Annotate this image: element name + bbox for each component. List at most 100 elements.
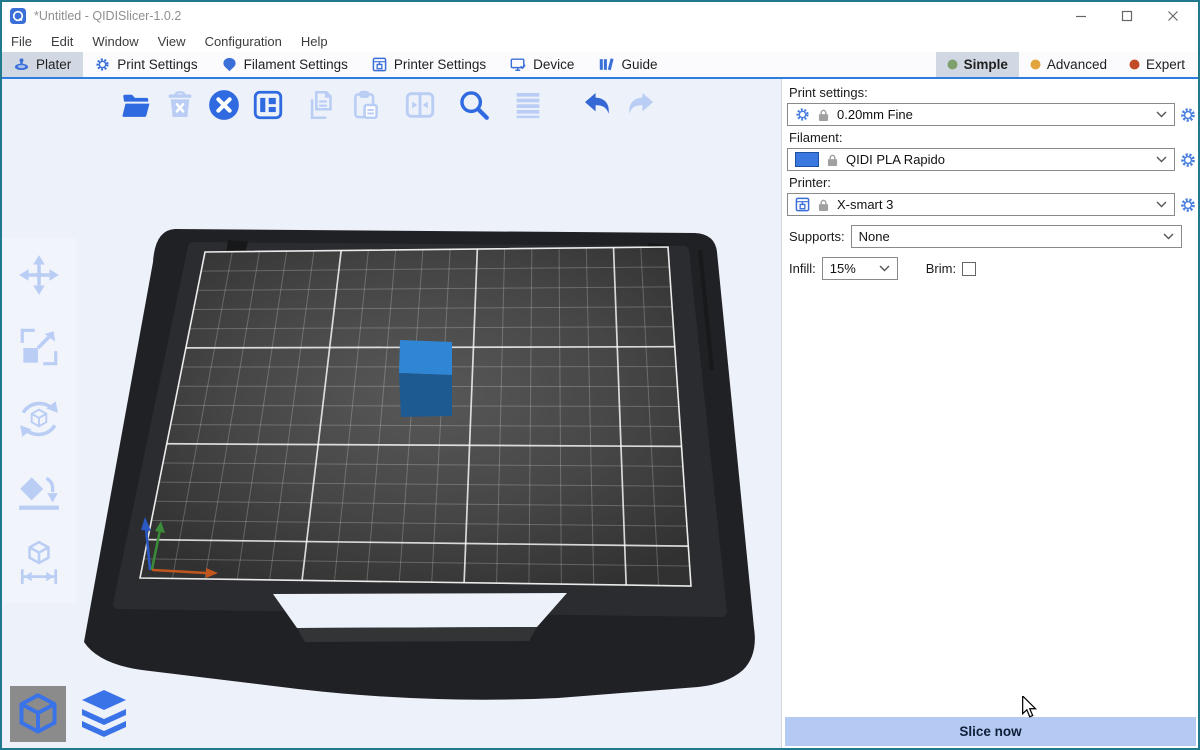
- move-tool-button[interactable]: [16, 252, 62, 303]
- gizmo-toolbar: [2, 238, 76, 603]
- chevron-down-icon: [1163, 233, 1174, 240]
- open-folder-icon: [119, 88, 153, 122]
- delete-button[interactable]: [162, 87, 198, 123]
- 3d-view-cube-icon: [16, 692, 60, 736]
- app-window: *Untitled - QIDISlicer-1.0.2 File Edit W…: [0, 0, 1200, 750]
- print-settings-combo[interactable]: 0.20mm Fine: [787, 103, 1175, 126]
- tab-label: Device: [533, 57, 574, 72]
- infill-combo[interactable]: 15%: [822, 257, 898, 280]
- tab-label: Filament Settings: [244, 57, 348, 72]
- tab-device[interactable]: Device: [498, 52, 586, 77]
- printer-combo[interactable]: X-smart 3: [787, 193, 1175, 216]
- slice-now-button[interactable]: Slice now: [785, 717, 1196, 746]
- move-icon: [16, 252, 62, 298]
- maximize-button[interactable]: [1112, 4, 1142, 28]
- 3d-view-button[interactable]: [10, 686, 66, 742]
- place-on-face-icon: [16, 468, 62, 514]
- rotate-icon: [16, 396, 62, 442]
- model-cube[interactable]: [399, 340, 452, 417]
- print-settings-label: Print settings:: [789, 85, 1196, 100]
- mode-expert[interactable]: Expert: [1118, 52, 1196, 77]
- guide-icon: [598, 57, 614, 72]
- tab-label: Guide: [621, 57, 657, 72]
- close-button[interactable]: [1158, 4, 1188, 28]
- gear-icon: [795, 107, 810, 122]
- print-settings-gear-button[interactable]: [1180, 107, 1196, 123]
- expert-dot-icon: [1129, 59, 1140, 70]
- print-settings-value: 0.20mm Fine: [837, 107, 913, 122]
- tab-print-settings[interactable]: Print Settings: [83, 52, 209, 77]
- settings-panel: Print settings: 0.20mm Fine: [781, 79, 1198, 748]
- filament-combo[interactable]: QIDI PLA Rapido: [787, 148, 1175, 171]
- supports-combo[interactable]: None: [851, 225, 1182, 248]
- layers-view-button[interactable]: [74, 684, 134, 742]
- paste-button[interactable]: [348, 87, 384, 123]
- brim-checkbox[interactable]: [962, 262, 976, 276]
- tab-bar: Plater Print Settings Filament Settings …: [2, 52, 1198, 79]
- mode-label: Expert: [1146, 57, 1185, 72]
- tab-label: Printer Settings: [394, 57, 486, 72]
- tab-guide[interactable]: Guide: [586, 52, 669, 77]
- tab-printer-settings[interactable]: Printer Settings: [360, 52, 498, 77]
- redo-button[interactable]: [623, 87, 659, 123]
- variable-layer-height-button[interactable]: [510, 87, 546, 123]
- menu-window[interactable]: Window: [92, 34, 138, 49]
- printer-gear-button[interactable]: [1180, 197, 1196, 213]
- printer-label: Printer:: [789, 175, 1196, 190]
- menu-bar: File Edit Window View Configuration Help: [2, 30, 1198, 52]
- tab-label: Print Settings: [117, 57, 197, 72]
- measure-tool-button[interactable]: [16, 540, 62, 591]
- arrange-button[interactable]: [250, 87, 286, 123]
- mouse-cursor: [1020, 696, 1040, 718]
- scale-tool-button[interactable]: [16, 324, 62, 375]
- printer-icon: [795, 197, 810, 212]
- open-button[interactable]: [118, 87, 154, 123]
- title-bar: *Untitled - QIDISlicer-1.0.2: [2, 2, 1198, 30]
- scale-icon: [16, 324, 62, 370]
- paste-icon: [349, 88, 383, 122]
- minimize-button[interactable]: [1066, 4, 1096, 28]
- undo-button[interactable]: [579, 87, 615, 123]
- menu-file[interactable]: File: [11, 34, 32, 49]
- search-button[interactable]: [456, 87, 492, 123]
- viewport-canvas[interactable]: [2, 79, 781, 748]
- menu-edit[interactable]: Edit: [51, 34, 73, 49]
- plater-icon: [14, 57, 29, 72]
- supports-value: None: [859, 229, 890, 244]
- trash-icon: [163, 88, 197, 122]
- rotate-tool-button[interactable]: [16, 396, 62, 447]
- search-icon: [457, 88, 491, 122]
- viewport-3d[interactable]: [2, 79, 781, 748]
- split-icon: [403, 88, 437, 122]
- mode-label: Simple: [964, 57, 1008, 72]
- filament-gear-button[interactable]: [1180, 152, 1196, 168]
- tab-plater[interactable]: Plater: [2, 52, 83, 77]
- lock-icon: [827, 153, 838, 167]
- copy-button[interactable]: [304, 87, 340, 123]
- chevron-down-icon: [879, 265, 890, 272]
- device-icon: [510, 57, 526, 72]
- redo-icon: [624, 88, 658, 122]
- mode-simple[interactable]: Simple: [936, 52, 1019, 77]
- mode-advanced[interactable]: Advanced: [1019, 52, 1118, 77]
- menu-view[interactable]: View: [158, 34, 186, 49]
- chevron-down-icon: [1156, 111, 1167, 118]
- lock-icon: [818, 108, 829, 122]
- chevron-down-icon: [1156, 156, 1167, 163]
- advanced-dot-icon: [1030, 59, 1041, 70]
- menu-help[interactable]: Help: [301, 34, 328, 49]
- printer-icon: [372, 57, 387, 72]
- brim-label: Brim:: [926, 261, 956, 276]
- delete-all-button[interactable]: [206, 87, 242, 123]
- app-logo-icon: [10, 8, 26, 24]
- filament-label: Filament:: [789, 130, 1196, 145]
- supports-label: Supports:: [789, 229, 845, 244]
- tab-filament-settings[interactable]: Filament Settings: [210, 52, 360, 77]
- mode-switcher: Simple Advanced Expert: [936, 52, 1196, 77]
- simple-dot-icon: [947, 59, 958, 70]
- split-to-objects-button[interactable]: [402, 87, 438, 123]
- tab-label: Plater: [36, 57, 71, 72]
- menu-configuration[interactable]: Configuration: [205, 34, 282, 49]
- printer-value: X-smart 3: [837, 197, 893, 212]
- place-on-face-tool-button[interactable]: [16, 468, 62, 519]
